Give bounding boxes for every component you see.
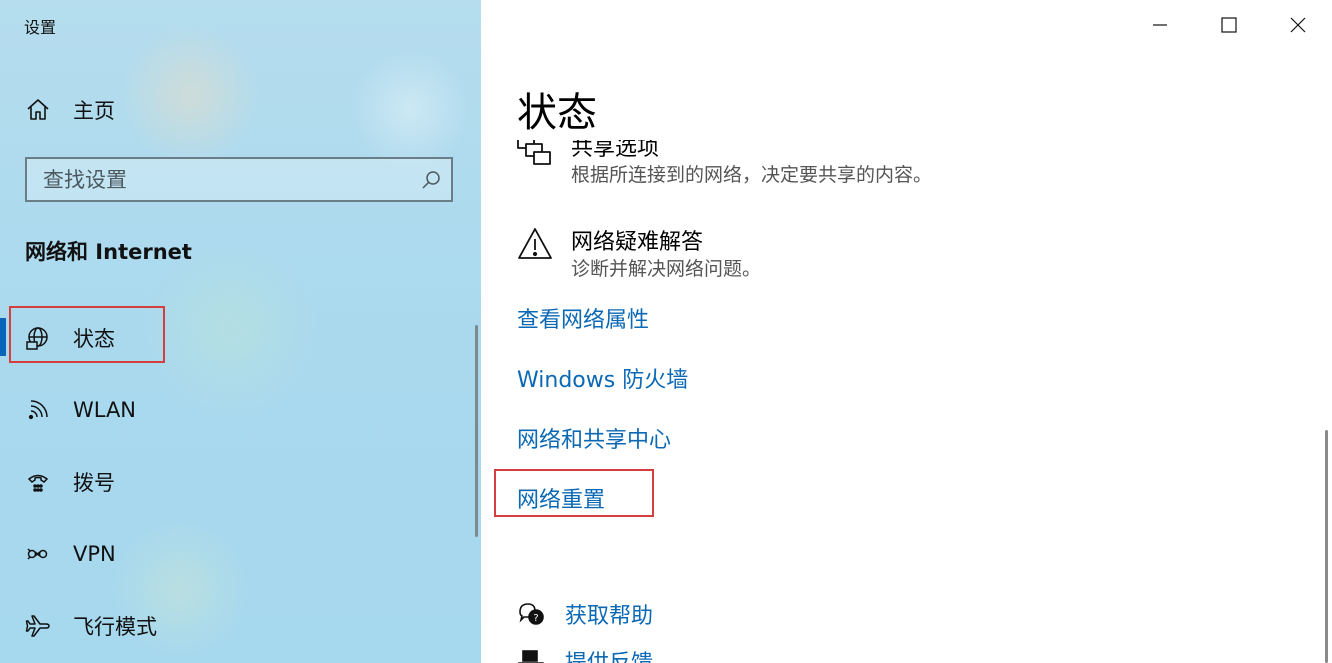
search-box <box>25 157 453 202</box>
help-label: 提供反馈 <box>565 645 653 663</box>
option-description: 根据所连接到的网络，决定要共享的内容。 <box>571 164 933 186</box>
sharing-icon <box>517 140 553 168</box>
highlight-box-network-reset <box>494 469 654 517</box>
minimize-button[interactable] <box>1125 0 1194 50</box>
help-link-feedback[interactable]: 提供反馈 <box>517 645 817 663</box>
search-input[interactable] <box>27 159 407 200</box>
svg-text:?: ? <box>533 613 538 624</box>
sidebar-scrollbar[interactable] <box>475 325 478 537</box>
option-troubleshoot[interactable]: 网络疑难解答 诊断并解决网络问题。 <box>517 224 1217 284</box>
option-sharing[interactable]: 共享选项 根据所连接到的网络，决定要共享的内容。 <box>517 140 1217 190</box>
content-scrollbar[interactable] <box>1325 430 1328 663</box>
sidebar: 设置 主页 网络和 Internet <box>0 0 481 663</box>
maximize-icon <box>1220 17 1237 33</box>
sidebar-item-airplane[interactable]: 飞行模式 <box>0 602 470 650</box>
airplane-icon <box>24 612 52 640</box>
option-title: 共享选项 <box>571 140 660 161</box>
highlight-box-status <box>9 306 165 363</box>
search-icon[interactable] <box>421 170 441 190</box>
warning-icon <box>517 226 553 262</box>
sidebar-item-label: 拨号 <box>73 471 115 495</box>
option-title: 网络疑难解答 <box>571 230 704 255</box>
link-windows-firewall[interactable]: Windows 防火墙 <box>517 362 688 394</box>
content-pane: 状态 共享选项 根据所连接到的网络，决定要共享的内容。 网络疑难解答 诊断并解决… <box>481 0 1332 663</box>
sidebar-item-dialup[interactable]: 拨号 <box>0 458 470 506</box>
close-button[interactable] <box>1263 0 1332 50</box>
dialup-icon <box>24 468 52 496</box>
sidebar-item-label: VPN <box>73 542 116 566</box>
sidebar-item-label: 主页 <box>73 99 115 123</box>
app-title: 设置 <box>24 18 57 37</box>
help-link-get-help[interactable]: ? 获取帮助 <box>517 598 817 634</box>
scroll-region: 共享选项 根据所连接到的网络，决定要共享的内容。 网络疑难解答 诊断并解决网络问… <box>481 140 1332 663</box>
close-icon <box>1290 17 1306 33</box>
maximize-button[interactable] <box>1194 0 1263 50</box>
sidebar-item-vpn[interactable]: VPN <box>0 530 470 578</box>
minimize-icon <box>1152 17 1168 33</box>
help-label: 获取帮助 <box>565 604 654 629</box>
window-controls <box>1125 0 1332 50</box>
sidebar-item-label: 飞行模式 <box>73 615 157 639</box>
wifi-icon <box>24 396 52 424</box>
sidebar-item-label: WLAN <box>73 398 137 422</box>
option-description: 诊断并解决网络问题。 <box>571 258 762 280</box>
section-title: 网络和 Internet <box>25 240 192 264</box>
settings-window: 设置 主页 网络和 Internet <box>0 0 1332 663</box>
link-network-sharing-center[interactable]: 网络和共享中心 <box>517 422 671 454</box>
sidebar-item-home[interactable]: 主页 <box>0 86 470 134</box>
home-icon <box>24 96 52 124</box>
page-title: 状态 <box>517 90 597 136</box>
link-view-network-properties[interactable]: 查看网络属性 <box>517 302 649 334</box>
feedback-icon <box>517 647 545 663</box>
sidebar-item-wlan[interactable]: WLAN <box>0 386 470 434</box>
vpn-icon <box>24 540 52 568</box>
help-chat-icon: ? <box>517 600 545 628</box>
